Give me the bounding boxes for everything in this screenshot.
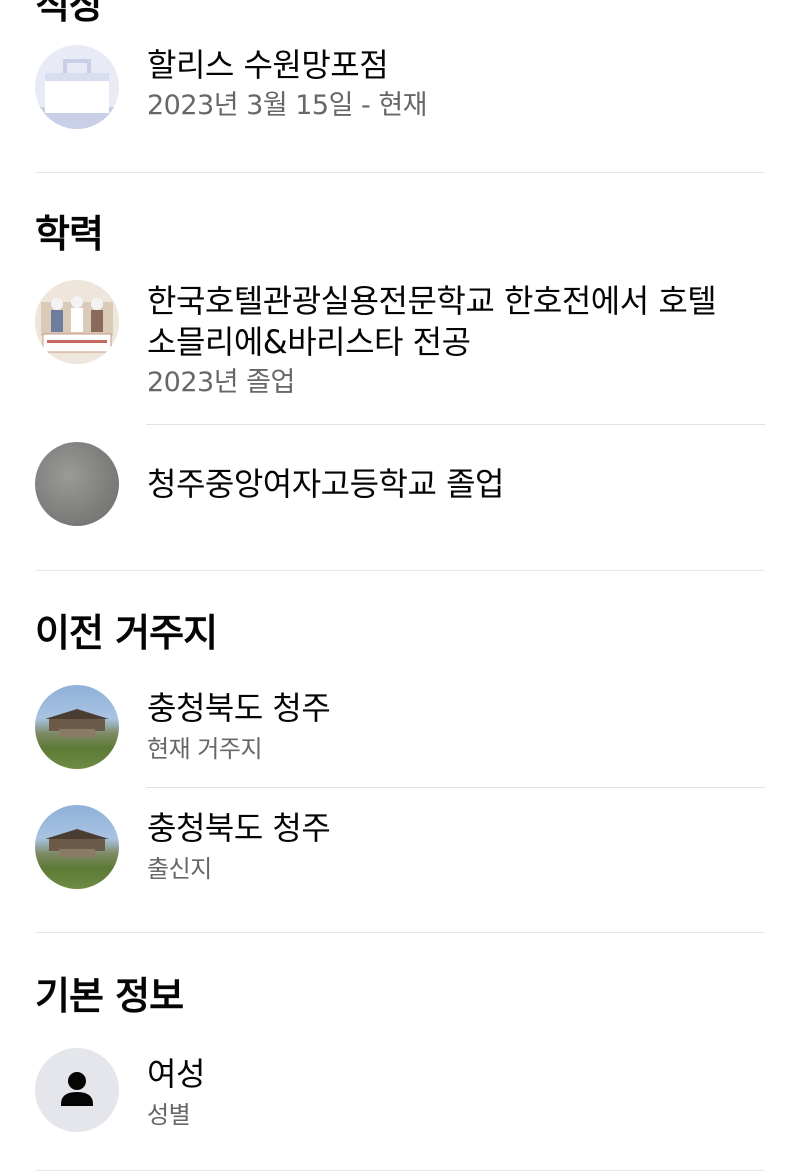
section-divider <box>35 172 765 173</box>
place-name[interactable]: 충청북도 청주 <box>147 808 765 849</box>
work-section-title: 직장 <box>35 0 104 27</box>
basic-info-section-title: 기본 정보 <box>35 974 184 1018</box>
item-divider <box>146 424 765 425</box>
place-name[interactable]: 충청북도 청주 <box>147 688 765 729</box>
section-divider <box>35 1170 765 1171</box>
city-photo <box>35 685 119 769</box>
place-type: 현재 거주지 <box>147 735 263 763</box>
work-dates: 2023년 3월 15일 - 현재 <box>147 90 428 121</box>
person-icon <box>35 1048 119 1132</box>
graduation-year: 2023년 졸업 <box>147 367 295 398</box>
school-photo <box>35 442 119 526</box>
school-name-line2[interactable]: 소믈리에&바리스타 전공 <box>147 322 765 363</box>
city-photo <box>35 805 119 889</box>
section-divider <box>35 932 765 933</box>
place-type: 출신지 <box>147 855 212 883</box>
item-divider <box>146 787 765 788</box>
education-section-title: 학력 <box>35 212 104 256</box>
school-name-line1[interactable]: 한국호텔관광실용전문학교 한호전에서 호텔 <box>147 281 765 322</box>
school-name[interactable]: 청주중앙여자고등학교 졸업 <box>147 464 765 505</box>
section-divider <box>35 570 765 571</box>
briefcase-icon <box>35 45 119 129</box>
work-place-name[interactable]: 할리스 수원망포점 <box>147 45 765 86</box>
gender-value: 여성 <box>147 1055 205 1093</box>
school-photo <box>35 280 119 364</box>
places-section-title: 이전 거주지 <box>35 611 218 655</box>
gender-label: 성별 <box>147 1101 191 1129</box>
